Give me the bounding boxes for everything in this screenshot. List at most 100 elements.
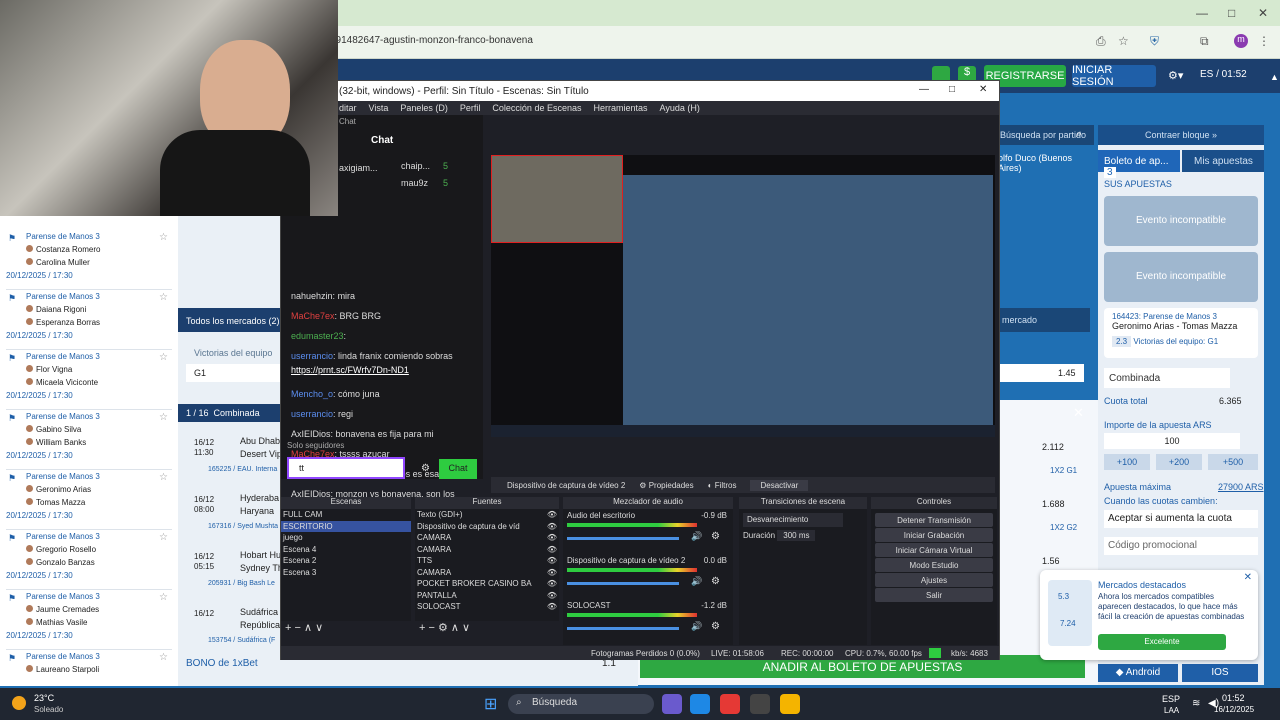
- chat-input[interactable]: tt: [287, 457, 405, 479]
- speaker-icon[interactable]: 🔊: [691, 576, 702, 587]
- control-button[interactable]: Iniciar Grabación: [875, 528, 993, 542]
- top-chatter-1[interactable]: axigiam...: [339, 163, 378, 173]
- search-icon[interactable]: ⌕: [1076, 128, 1082, 141]
- control-button[interactable]: Modo Estudio: [875, 558, 993, 572]
- eye-icon[interactable]: 👁: [547, 602, 557, 612]
- obs-menu-item[interactable]: Perfil: [460, 103, 481, 113]
- maximize-icon[interactable]: □: [1228, 6, 1235, 20]
- login-button[interactable]: INICIAR SESIÓN: [1072, 64, 1156, 88]
- scene-item[interactable]: Escena 3: [281, 567, 411, 579]
- obs-menu-item[interactable]: Vista: [369, 103, 389, 113]
- bookmark-star-icon[interactable]: ☆: [1118, 34, 1129, 48]
- control-button[interactable]: Ajustes: [875, 573, 993, 587]
- minimize-icon[interactable]: —: [1196, 6, 1208, 20]
- obs-menu-item[interactable]: Paneles (D): [400, 103, 448, 113]
- favorite-star-icon[interactable]: ☆: [159, 652, 168, 663]
- opera-icon[interactable]: [720, 694, 740, 714]
- obs-minimize-icon[interactable]: —: [919, 84, 929, 95]
- chat-username[interactable]: userrancio: [291, 409, 333, 419]
- favorite-star-icon[interactable]: ☆: [159, 292, 168, 303]
- gear-icon[interactable]: ⚙: [711, 531, 720, 542]
- deactivate-button[interactable]: Desactivar: [750, 479, 809, 491]
- close-popup-icon[interactable]: ✕: [1244, 572, 1252, 583]
- bet-card-incompatible-2[interactable]: Evento incompatible: [1104, 252, 1258, 302]
- chat-text[interactable]: https://prnt.sc/FWrfv7Dn-ND1: [291, 365, 409, 375]
- weather-icon[interactable]: [12, 696, 26, 710]
- add-200-button[interactable]: +200: [1156, 454, 1202, 470]
- eye-icon[interactable]: 👁: [547, 510, 557, 520]
- preview-webcam-source[interactable]: [491, 155, 623, 243]
- chat-username[interactable]: userrancio: [291, 351, 333, 361]
- source-item[interactable]: POCKET BROKER CASINO BA 👁: [415, 578, 559, 590]
- favorite-star-icon[interactable]: ☆: [159, 412, 168, 423]
- profile-avatar[interactable]: m: [1234, 34, 1248, 48]
- scene-item[interactable]: juego: [281, 532, 411, 544]
- add-500-button[interactable]: +500: [1208, 454, 1258, 470]
- amount-input[interactable]: 100: [1104, 433, 1240, 449]
- chrome-icon[interactable]: [780, 694, 800, 714]
- favorite-star-icon[interactable]: ☆: [159, 472, 168, 483]
- obs-menu-item[interactable]: ditar: [339, 103, 357, 113]
- wifi-icon[interactable]: ≋: [1192, 698, 1200, 709]
- market-search-input[interactable]: mercado: [1000, 308, 1090, 332]
- control-button[interactable]: Detener Transmisión: [875, 513, 993, 527]
- eye-icon[interactable]: 👁: [547, 556, 557, 566]
- chat-dock-tab[interactable]: Chat: [339, 117, 356, 126]
- chat-username[interactable]: AxIEIDios: [291, 429, 331, 439]
- control-button[interactable]: Iniciar Cámara Virtual: [875, 543, 993, 557]
- close-window-icon[interactable]: ✕: [1258, 6, 1268, 20]
- eye-icon[interactable]: 👁: [547, 545, 557, 555]
- promo-code-input[interactable]: Código promocional: [1104, 537, 1258, 555]
- obs-menu-item[interactable]: Herramientas: [593, 103, 647, 113]
- control-button[interactable]: Salir: [875, 588, 993, 602]
- scenes-controls[interactable]: + − ∧ ∨: [281, 621, 411, 634]
- speaker-icon[interactable]: 🔊: [691, 621, 702, 632]
- list-item[interactable]: ⚑ Parense de Manos 3 ☆ Costanza Romero Carol…: [6, 230, 172, 290]
- scene-item[interactable]: FULL CAM: [281, 509, 411, 521]
- bet-type-select[interactable]: Combinada: [1104, 368, 1230, 388]
- menu-dots-icon[interactable]: ⋮: [1258, 34, 1270, 48]
- shield-icon[interactable]: ⛨: [1150, 34, 1159, 49]
- list-item[interactable]: ⚑ Parense de Manos 3 ☆ Geronimo Arias Tomas …: [6, 470, 172, 530]
- speaker-icon[interactable]: 🔊: [691, 531, 702, 542]
- volume-slider[interactable]: [567, 537, 679, 540]
- obs-taskbar-icon[interactable]: [750, 694, 770, 714]
- gear-icon[interactable]: ⚙: [711, 621, 720, 632]
- odds-cell[interactable]: 2.112 1X2 G1: [1000, 432, 1096, 486]
- list-item[interactable]: ⚑ Parense de Manos 3 ☆ Gregorio Rosello Gonz…: [6, 530, 172, 590]
- teams-icon[interactable]: [662, 694, 682, 714]
- table-row[interactable]: 16/12 08:00 Hyderaba Haryana 167316 / Syed M…: [186, 489, 286, 543]
- table-row[interactable]: 16/12 Sudáfrica República 153754 / Sudáfric…: [186, 603, 286, 657]
- favorite-star-icon[interactable]: ☆: [159, 532, 168, 543]
- gear-icon[interactable]: ⚙: [711, 576, 720, 587]
- duration-input[interactable]: 300 ms: [777, 530, 816, 541]
- eye-icon[interactable]: 👁: [547, 591, 557, 601]
- chat-send-button[interactable]: Chat: [439, 459, 477, 479]
- collapse-block-button[interactable]: Contraer bloque »: [1098, 125, 1264, 145]
- ios-app-button[interactable]: IOS: [1182, 664, 1258, 682]
- tab-my-bets[interactable]: Mis apuestas: [1182, 150, 1264, 172]
- chat-username[interactable]: nahuehzin: [291, 291, 333, 301]
- scene-item[interactable]: ESCRITORIO: [281, 520, 411, 532]
- start-menu-icon[interactable]: ⊞: [484, 694, 497, 714]
- source-item[interactable]: Texto (GDI+) 👁: [415, 509, 559, 521]
- transition-select[interactable]: Desvanecimiento: [743, 513, 843, 527]
- excellent-button[interactable]: Excelente: [1098, 634, 1226, 650]
- eye-icon[interactable]: 👁: [547, 579, 557, 589]
- tab-betslip[interactable]: Boleto de ap... 3: [1098, 150, 1180, 178]
- top-chatter-3[interactable]: mau9z: [401, 178, 428, 188]
- favorite-star-icon[interactable]: ☆: [159, 592, 168, 603]
- bet-card[interactable]: 164423: Parense de Manos 3 Geronimo Aria…: [1104, 308, 1258, 358]
- keyboard-lang[interactable]: ESP: [1162, 694, 1180, 704]
- clock-time[interactable]: 01:52: [1222, 693, 1245, 703]
- max-bet-value[interactable]: 27900 ARS: [1218, 482, 1264, 492]
- settings-gear-icon[interactable]: ⚙▾: [1168, 69, 1183, 82]
- extensions-icon[interactable]: ⧉: [1200, 34, 1209, 49]
- filters-button[interactable]: ◐ Filtros: [708, 481, 737, 490]
- url-text[interactable]: 291482647-agustin-monzon-franco-bonavena: [330, 35, 533, 46]
- source-item[interactable]: CAMARA 👁: [415, 544, 559, 556]
- source-item[interactable]: TTS 👁: [415, 555, 559, 567]
- table-row[interactable]: 16/12 05:15 Hobart Hu Sydney Th 205931 / Big…: [186, 546, 286, 600]
- favorite-star-icon[interactable]: ☆: [159, 352, 168, 363]
- obs-preview[interactable]: [491, 155, 995, 437]
